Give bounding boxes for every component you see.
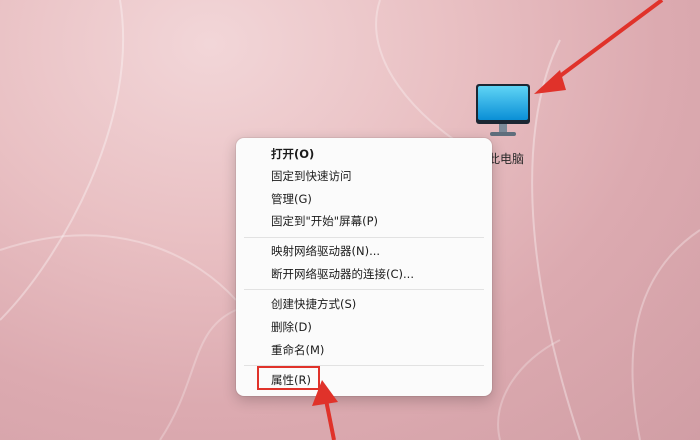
desktop: 此电脑 打开(O) 固定到快速访问 管理(G) 固定到"开始"屏幕(P) 映射网…	[0, 0, 700, 440]
arrow-to-icon	[534, 0, 664, 94]
arrow-to-properties	[312, 380, 338, 440]
annotation-arrows	[312, 0, 664, 440]
